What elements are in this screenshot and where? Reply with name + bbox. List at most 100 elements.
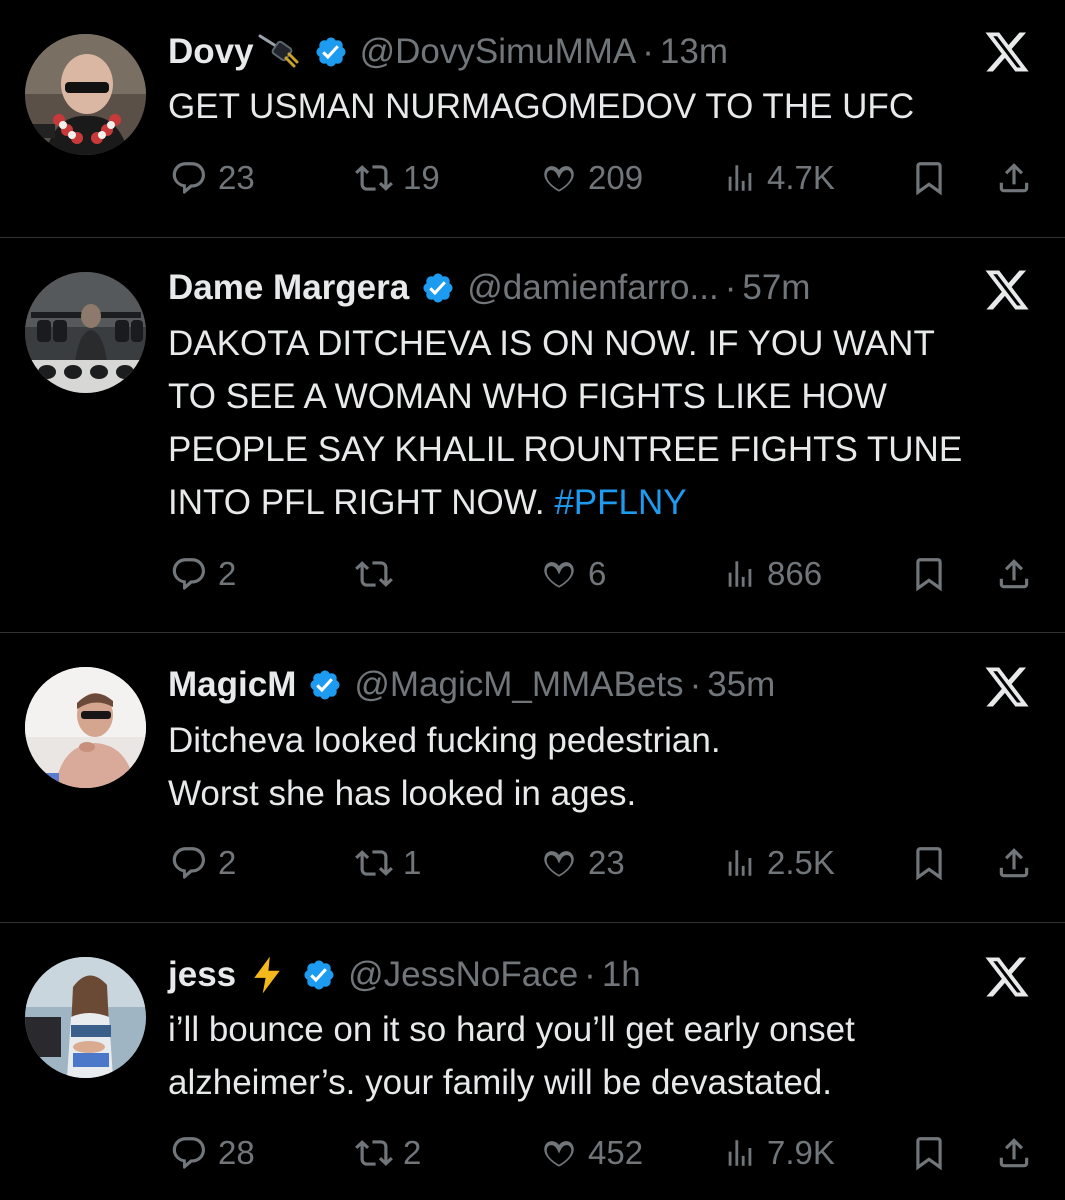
bookmark-icon <box>916 162 942 196</box>
tweet-text-line: i’ll bounce on it so hard you’ll get ear… <box>168 1010 855 1049</box>
verified-badge-icon <box>314 35 348 69</box>
timestamp[interactable]: 35m <box>707 665 775 705</box>
views-button[interactable]: 866 <box>723 549 822 599</box>
retweet-count: 1 <box>403 844 422 881</box>
heart-icon <box>544 851 574 877</box>
reply-button[interactable]: 23 <box>170 153 255 203</box>
display-name[interactable]: Dame Margera <box>168 268 409 308</box>
retweet-button[interactable]: 1 <box>355 838 421 888</box>
bookmark-icon <box>916 558 942 592</box>
tweet-text-line: INTO PFL RIGHT NOW. #PFLNY <box>168 476 1048 529</box>
share-icon <box>999 559 1029 589</box>
share-button[interactable] <box>995 153 1033 203</box>
views-icon <box>728 1140 752 1166</box>
plug-icon <box>258 32 302 72</box>
display-name[interactable]: MagicM <box>168 665 296 705</box>
tweet-text-segment: INTO PFL RIGHT NOW. <box>168 483 545 522</box>
reply-button[interactable]: 28 <box>170 1128 255 1178</box>
retweet-button[interactable]: 2 <box>355 1128 421 1178</box>
heart-icon <box>544 562 574 588</box>
reply-button[interactable]: 2 <box>170 549 236 599</box>
reply-icon <box>172 1137 206 1169</box>
tweet-feed: Dovy @DovySimuMMA · 13m GET USMAN NURMAG… <box>0 0 1065 1200</box>
display-name[interactable]: Dovy <box>168 32 254 72</box>
user-handle[interactable]: @MagicM_MMABets <box>354 665 683 705</box>
x-logo-icon <box>983 266 1031 314</box>
bookmark-button[interactable] <box>910 549 948 599</box>
like-count: 452 <box>588 1134 644 1171</box>
heart-icon <box>544 1141 574 1167</box>
tweet-text: GET USMAN NURMAGOMEDOV TO THE UFC <box>168 80 1048 133</box>
hashtag-link[interactable]: #PFLNY <box>554 483 686 522</box>
tweet-text-line: Worst she has looked in ages. <box>168 774 637 813</box>
x-logo-icon <box>983 28 1031 76</box>
like-button[interactable]: 6 <box>540 549 606 599</box>
views-icon <box>728 165 752 191</box>
views-button[interactable]: 4.7K <box>723 153 835 203</box>
share-button[interactable] <box>995 838 1033 888</box>
retweet-count: 19 <box>403 159 440 196</box>
tweet-header: Dovy @DovySimuMMA · 13m <box>168 27 728 77</box>
like-button[interactable]: 452 <box>540 1128 643 1178</box>
retweet-icon <box>355 561 393 587</box>
user-handle[interactable]: @damienfarro... <box>467 268 718 308</box>
views-icon <box>728 561 752 587</box>
retweet-count: 2 <box>403 1134 422 1171</box>
timestamp[interactable]: 57m <box>742 268 810 308</box>
reply-button[interactable]: 2 <box>170 838 236 888</box>
bookmark-icon <box>916 847 942 881</box>
avatar[interactable] <box>25 34 146 155</box>
views-count: 4.7K <box>767 159 835 196</box>
tweet-text: i’ll bounce on it so hard you’ll get ear… <box>168 1003 1048 1109</box>
timestamp[interactable]: 13m <box>660 32 728 72</box>
reply-icon <box>172 162 206 194</box>
like-button[interactable]: 23 <box>540 838 625 888</box>
retweet-button[interactable]: 19 <box>355 153 440 203</box>
tweet[interactable]: Dovy @DovySimuMMA · 13m GET USMAN NURMAG… <box>0 0 1065 238</box>
retweet-icon <box>355 165 393 191</box>
retweet-icon <box>355 1140 393 1166</box>
avatar[interactable] <box>25 272 146 393</box>
share-icon <box>999 1138 1029 1168</box>
share-icon <box>999 848 1029 878</box>
tweet-text-line: PEOPLE SAY KHALIL ROUNTREE FIGHTS TUNE <box>168 430 963 469</box>
tweet[interactable]: Dame Margera @damienfarro... · 57m DAKOT… <box>0 238 1065 633</box>
user-handle[interactable]: @JessNoFace <box>348 955 578 995</box>
share-button[interactable] <box>995 1128 1033 1178</box>
x-logo-icon <box>983 953 1031 1001</box>
views-button[interactable]: 2.5K <box>723 838 835 888</box>
views-button[interactable]: 7.9K <box>723 1128 835 1178</box>
verified-badge-icon <box>302 958 336 992</box>
tweet-text-line: GET USMAN NURMAGOMEDOV TO THE UFC <box>168 87 915 126</box>
tweet-header: jess @JessNoFace · 1h <box>168 950 641 1000</box>
verified-badge-icon <box>421 271 455 305</box>
tweet-header: Dame Margera @damienfarro... · 57m <box>168 263 810 313</box>
tweet-text-line: alzheimer’s. your family will be devasta… <box>168 1063 832 1102</box>
reply-icon <box>172 847 206 879</box>
reply-count: 2 <box>218 844 237 881</box>
tweet[interactable]: jess @JessNoFace · 1h i’ll bounce on it … <box>0 923 1065 1200</box>
bookmark-button[interactable] <box>910 838 948 888</box>
avatar[interactable] <box>25 667 146 788</box>
timestamp[interactable]: 1h <box>602 955 641 995</box>
avatar[interactable] <box>25 957 146 1078</box>
like-count: 209 <box>588 159 644 196</box>
bookmark-icon <box>916 1137 942 1171</box>
user-handle[interactable]: @DovySimuMMA <box>360 32 637 72</box>
display-name[interactable]: jess <box>168 955 236 995</box>
tweet-text-line: Ditcheva looked fucking pedestrian. <box>168 721 721 760</box>
share-button[interactable] <box>995 549 1033 599</box>
retweet-button[interactable] <box>355 549 403 599</box>
tweet[interactable]: MagicM @MagicM_MMABets · 35m Ditcheva lo… <box>0 633 1065 923</box>
retweet-icon <box>355 850 393 876</box>
bookmark-button[interactable] <box>910 153 948 203</box>
like-count: 23 <box>588 844 625 881</box>
bookmark-button[interactable] <box>910 1128 948 1178</box>
tweet-actions: 28 2 452 7.9K <box>0 1128 1065 1178</box>
share-icon <box>999 163 1029 193</box>
like-count: 6 <box>588 555 607 592</box>
lightning-icon <box>250 955 284 995</box>
tweet-text: Ditcheva looked fucking pedestrian. Wors… <box>168 714 1048 820</box>
like-button[interactable]: 209 <box>540 153 643 203</box>
reply-count: 23 <box>218 159 255 196</box>
